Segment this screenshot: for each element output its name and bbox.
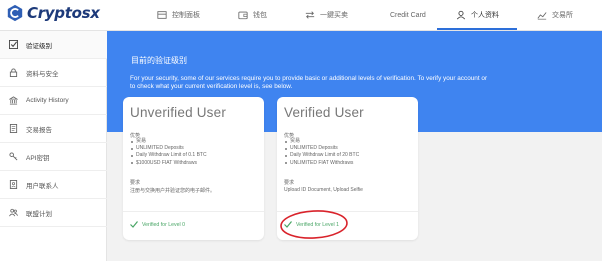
top-navigation: Cryptosx 控制面板 钱包 一鍵买卖 Credit Card 个人资料 交… — [0, 0, 602, 31]
annotation-circle — [280, 210, 348, 239]
card-title: Verified User — [284, 105, 364, 120]
nav-quick-trade-label: 一鍵买卖 — [320, 12, 348, 19]
nav-profile-label: 个人资料 — [471, 12, 499, 19]
sidebar: 验证级别 资料与安全 Activity History 交易报告 API密钥 用… — [0, 31, 107, 261]
nav-wallet-label: 钱包 — [253, 12, 267, 19]
sidebar-item-activity-history[interactable]: Activity History — [0, 87, 107, 115]
list-item: UNLIMITED Deposits — [130, 145, 207, 152]
active-tab-indicator — [437, 28, 517, 30]
verification-card-level-0: Unverified User 优势 贸易 UNLIMITED Deposits… — [123, 97, 264, 240]
checkmark-icon — [130, 221, 138, 228]
sidebar-item-affiliate-program[interactable]: 联盟计划 — [0, 199, 107, 227]
nav-dashboard-label: 控制面板 — [172, 12, 200, 19]
sidebar-item-label: Activity History — [26, 97, 69, 104]
checkbox-icon — [9, 40, 18, 49]
nav-wallet[interactable]: 钱包 — [238, 0, 267, 30]
list-item: Daily Withdraw Limit of 20 BTC — [284, 152, 359, 159]
card-requirements-label: 要求 — [284, 180, 295, 186]
sidebar-item-label: 验证级别 — [26, 42, 52, 50]
card-title: Unverified User — [130, 105, 227, 120]
card-benefits-list: 贸易 UNLIMITED Deposits Daily Withdraw Lim… — [130, 138, 207, 167]
sidebar-item-label: 用户联系人 — [26, 182, 59, 190]
nav-credit-card[interactable]: Credit Card — [390, 0, 426, 30]
list-item: UNLIMITED Deposits — [284, 145, 359, 152]
card-requirements: Upload ID Document, Upload Selfie — [284, 187, 363, 193]
brand-logo[interactable]: Cryptosx — [6, 4, 100, 22]
banner-description: For your security, some of our services … — [130, 75, 488, 90]
sidebar-item-verification-level[interactable]: 验证级别 — [0, 31, 107, 59]
sidebar-item-label: API密钥 — [26, 154, 50, 162]
sidebar-item-profile-security[interactable]: 资料与安全 — [0, 59, 107, 87]
card-benefits-list: 贸易 UNLIMITED Deposits Daily Withdraw Lim… — [284, 138, 359, 167]
status-badge: Verified for Level 0 — [130, 221, 185, 228]
brand-name: Cryptosx — [27, 4, 100, 22]
sidebar-item-trade-reports[interactable]: 交易报告 — [0, 115, 107, 143]
key-icon — [9, 152, 18, 161]
sidebar-item-user-contacts[interactable]: 用户联系人 — [0, 171, 107, 199]
sidebar-item-label: 资料与安全 — [26, 70, 59, 78]
logo-mark-icon — [7, 4, 23, 22]
list-item: $1000USD FIAT Withdraws — [130, 160, 207, 167]
nav-exchange-label: 交易所 — [552, 12, 573, 19]
list-item: Daily Withdraw Limit of 0.1 BTC — [130, 152, 207, 159]
nav-quick-trade[interactable]: 一鍵买卖 — [305, 0, 348, 30]
swap-arrows-icon — [305, 11, 315, 19]
nav-dashboard[interactable]: 控制面板 — [157, 0, 200, 30]
contacts-icon — [9, 180, 18, 189]
list-item: UNLIMITED FIAT Withdraws — [284, 160, 359, 167]
dashboard-icon — [157, 11, 167, 19]
nav-credit-card-label: Credit Card — [390, 11, 426, 19]
people-icon — [9, 208, 18, 217]
document-icon — [9, 124, 18, 133]
wallet-icon — [238, 11, 248, 20]
list-item: 贸易 — [284, 138, 359, 145]
nav-profile[interactable]: 个人资料 — [456, 0, 499, 30]
user-icon — [456, 10, 466, 20]
card-footer: Verified for Level 0 — [123, 211, 264, 240]
lock-icon — [9, 68, 18, 77]
chart-icon — [537, 12, 547, 20]
bank-icon — [9, 96, 18, 105]
nav-exchange[interactable]: 交易所 — [537, 0, 573, 30]
card-requirements-label: 要求 — [130, 180, 141, 186]
sidebar-item-label: 联盟计划 — [26, 210, 52, 218]
card-requirements: 注册与交换用户并验证您的电子邮件。 — [130, 188, 216, 194]
sidebar-item-api-keys[interactable]: API密钥 — [0, 143, 107, 171]
sidebar-item-label: 交易报告 — [26, 126, 52, 134]
page-title: 目前的验证级别 — [131, 56, 187, 65]
status-text: Verified for Level 0 — [142, 221, 185, 228]
list-item: 贸易 — [130, 138, 207, 145]
